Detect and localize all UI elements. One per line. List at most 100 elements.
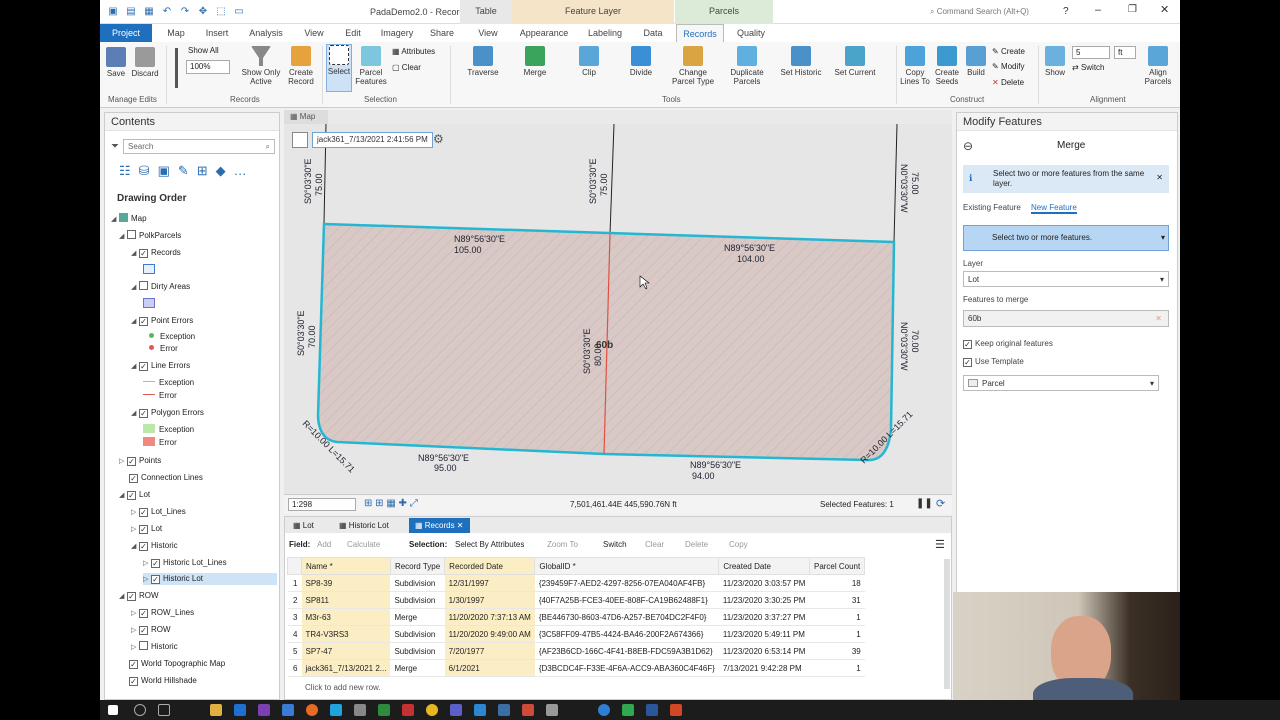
table-cell[interactable]: {AF23B6CD-166C-4F41-B8EB-FDC59A3B1D62} xyxy=(534,642,719,660)
more-icon[interactable]: … xyxy=(234,163,247,179)
select-features-dropdown[interactable]: Select two or more features. ▾ xyxy=(963,225,1169,251)
table-row[interactable]: 5 SP7-47 Subdivision 7/20/1977 {AF23B6CD-166… xyxy=(287,642,865,660)
layer-visibility-checkbox[interactable]: ✓ xyxy=(127,457,136,466)
toc-item-connection-lines[interactable]: ✓ Connection Lines xyxy=(129,472,203,484)
table-cell[interactable]: 4 xyxy=(287,625,302,643)
toc-item-row[interactable]: ◢ ✓ ROW xyxy=(119,590,159,602)
tab-quality[interactable]: Quality xyxy=(728,24,774,42)
layer-visibility-checkbox[interactable]: ✓ xyxy=(129,660,138,669)
data-source-icon[interactable]: ⛁ xyxy=(139,163,150,179)
expand-icon[interactable]: ◢ xyxy=(119,591,127,603)
expand-icon[interactable]: ▷ xyxy=(131,625,139,637)
table-row[interactable]: 2 SP811 Subdivision 1/30/1997 {40F7A25B-FCE3… xyxy=(287,591,865,609)
toc-item-le-exception[interactable]: Exception xyxy=(143,377,194,389)
minimize-icon[interactable]: – xyxy=(1095,4,1101,16)
toc-item-lot-lines[interactable]: ▷ ✓ Lot_Lines xyxy=(131,506,186,518)
layer-visibility-checkbox[interactable]: ✓ xyxy=(139,249,148,258)
table-cell[interactable]: M3r-63 xyxy=(301,608,391,626)
active-record-chip[interactable]: jack361_7/13/2021 2:41:56 PM xyxy=(312,132,433,148)
attributes-button[interactable]: ▦ Attributes xyxy=(392,47,435,56)
expand-icon[interactable]: ◢ xyxy=(119,490,127,502)
map-tab[interactable]: ▦ Map xyxy=(284,110,328,124)
toc-item-world-hillshade[interactable]: ✓ World Hillshade xyxy=(129,675,197,687)
tab-table-view[interactable]: View xyxy=(470,24,506,42)
table-cell[interactable]: 6 xyxy=(287,659,302,677)
back-arrow-icon[interactable]: ⊖ xyxy=(963,139,973,153)
keep-original-option[interactable]: ✓ Keep original features xyxy=(963,339,1053,349)
toc-item-pg-error[interactable]: Error xyxy=(143,437,177,449)
layer-visibility-checkbox[interactable] xyxy=(139,641,148,650)
features-to-merge-list[interactable]: 60b ✕ xyxy=(963,310,1169,327)
add-row-prompt[interactable]: Click to add new row. xyxy=(305,683,381,692)
table-cell[interactable]: Subdivision xyxy=(390,591,445,609)
delete-button[interactable]: ✕ Delete xyxy=(992,78,1024,87)
expand-icon[interactable]: ▷ xyxy=(119,456,127,468)
toc-item-lot-sub[interactable]: ▷ ✓ Lot xyxy=(131,523,162,535)
alignment-unit[interactable]: ft xyxy=(1114,46,1136,59)
create-seeds-button[interactable]: Create Seeds xyxy=(932,46,962,86)
tab-edit[interactable]: Edit xyxy=(336,24,370,42)
tool-set-current-button[interactable]: Set Current xyxy=(830,46,880,77)
onenote-icon[interactable] xyxy=(258,704,270,716)
expand-icon[interactable]: ◢ xyxy=(131,541,139,553)
parcel-features-button[interactable]: Parcel Features xyxy=(354,46,388,86)
table-cell[interactable]: Subdivision xyxy=(390,625,445,643)
app-icon[interactable] xyxy=(354,704,366,716)
switch-button[interactable]: ⇄ Switch xyxy=(1072,63,1105,72)
layout-icon[interactable]: ▭ xyxy=(232,5,246,18)
table-cell[interactable]: {D3BCDC4F-F33E-4F6A-ACC9-ABA360C4F46F} xyxy=(534,659,719,677)
expand-icon[interactable]: ▷ xyxy=(131,642,139,654)
table-menu-icon[interactable]: ☰ xyxy=(935,535,945,555)
tool-set-historic-button[interactable]: Set Historic xyxy=(776,46,826,77)
arcgis-pro-icon[interactable] xyxy=(598,704,610,716)
create-button[interactable]: ✎ Create xyxy=(992,47,1025,56)
explorer-icon[interactable] xyxy=(210,704,222,716)
switch-selection-button[interactable]: Switch xyxy=(603,535,627,555)
table-cell[interactable]: 5 xyxy=(287,642,302,660)
column-header[interactable]: Created Date xyxy=(718,557,810,575)
toc-item-point-errors[interactable]: ◢ ✓ Point Errors xyxy=(131,315,193,327)
layer-visibility-checkbox[interactable]: ✓ xyxy=(129,474,138,483)
table-cell[interactable]: 31 xyxy=(809,591,865,609)
table-row[interactable]: 1 SP8-39 Subdivision 12/31/1997 {239459F7-AE… xyxy=(287,574,865,592)
table-cell[interactable]: 1/30/1997 xyxy=(444,591,535,609)
copy-lines-to-button[interactable]: Copy Lines To xyxy=(900,46,930,86)
column-header[interactable] xyxy=(287,557,302,575)
table-cell[interactable]: SP8-39 xyxy=(301,574,391,592)
tab-lot[interactable]: ▦ Lot xyxy=(287,518,320,533)
tab-records[interactable]: Records xyxy=(676,24,724,42)
table-row[interactable]: 6 jack361_7/13/2021 2... Merge 6/1/2021 {D3B… xyxy=(287,659,865,677)
alignment-value[interactable]: 5 xyxy=(1072,46,1110,59)
close-icon[interactable]: ✕ xyxy=(1160,3,1169,16)
app-icon[interactable] xyxy=(522,704,534,716)
column-header[interactable]: Parcel Count xyxy=(808,557,866,575)
show-button[interactable]: Show xyxy=(1042,46,1068,77)
toc-item-records[interactable]: ◢ ✓ Records xyxy=(131,247,181,259)
column-header[interactable]: Name * xyxy=(301,557,391,575)
toc-item-map[interactable]: ◢ Map xyxy=(111,213,147,225)
column-header[interactable]: GlobalID * xyxy=(534,557,720,575)
toc-item-line-errors[interactable]: ◢ ✓ Line Errors xyxy=(131,360,190,372)
table-cell[interactable]: SP811 xyxy=(301,591,391,609)
layer-visibility-checkbox[interactable]: ✓ xyxy=(127,592,136,601)
app-icon[interactable] xyxy=(402,704,414,716)
layer-visibility-checkbox[interactable]: ✓ xyxy=(139,609,148,618)
show-only-active-button[interactable]: Show Only Active xyxy=(238,46,284,86)
table-cell[interactable]: {3C58FF09-47B5-4424-BA46-200F2A674366} xyxy=(534,625,719,643)
toc-item-polygon-errors[interactable]: ◢ ✓ Polygon Errors xyxy=(131,407,204,419)
expand-icon[interactable]: ◢ xyxy=(131,316,139,328)
expand-icon[interactable]: ▷ xyxy=(143,558,151,570)
layer-visibility-checkbox[interactable] xyxy=(139,281,148,290)
record-icon[interactable] xyxy=(292,132,308,148)
undo-icon[interactable]: ↶ xyxy=(160,5,174,18)
expand-icon[interactable]: ▷ xyxy=(143,574,151,586)
toc-item-row-sub[interactable]: ▷ ✓ ROW xyxy=(131,624,171,636)
toc-item-world-topo[interactable]: ✓ World Topographic Map xyxy=(129,658,225,670)
expand-icon[interactable]: ◢ xyxy=(111,214,119,226)
expand-icon[interactable]: ◢ xyxy=(119,231,127,243)
table-cell[interactable]: {BE446730-8603-47D6-A257-BE704DC2F4F0} xyxy=(534,608,719,626)
layer-visibility-checkbox[interactable]: ✓ xyxy=(139,317,148,326)
table-cell[interactable]: jack361_7/13/2021 2... xyxy=(301,659,391,677)
layer-visibility-checkbox[interactable]: ✓ xyxy=(139,409,148,418)
select-by-attributes-button[interactable]: Select By Attributes xyxy=(455,535,524,555)
